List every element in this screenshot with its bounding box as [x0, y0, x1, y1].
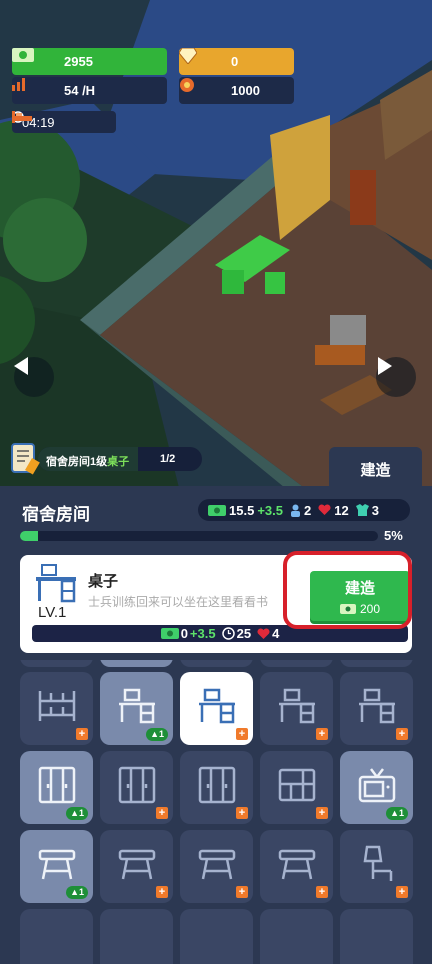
grid-cell-partial: [260, 660, 333, 667]
room-title: 宿舍房间: [22, 505, 90, 524]
wardrobe-icon: [37, 766, 77, 809]
cash-icon: [12, 48, 50, 70]
grid-cell-wardrobe[interactable]: ▲1: [20, 751, 93, 824]
grid-cell-partial: [100, 660, 173, 667]
room-progress-label: 5%: [384, 528, 403, 543]
item-name: 桌子: [88, 573, 119, 590]
gem-value: 0: [231, 54, 239, 69]
grid-cell-cabinet[interactable]: +: [260, 751, 333, 824]
grid-cell-partial: [260, 909, 333, 964]
furniture-grid: + ▲1 + + + ▲1 + + + ▲1 ▲1 + + + +: [0, 660, 432, 964]
timer-badge: 04:19: [12, 111, 116, 133]
add-badge: +: [156, 807, 168, 819]
grid-cell-partial: [20, 909, 93, 964]
desk-icon: [34, 563, 80, 603]
grid-cell-desk[interactable]: ▲1: [100, 672, 173, 745]
desk-icon: [197, 688, 237, 729]
soldier-icon: [290, 504, 300, 517]
cash-icon: [208, 504, 226, 516]
stool-icon: [37, 847, 77, 886]
add-badge: +: [396, 728, 408, 740]
clock-icon: [221, 627, 235, 640]
add-badge: +: [316, 728, 328, 740]
grid-cell-stool[interactable]: ▲1: [20, 830, 93, 903]
cabinet-icon: [277, 768, 317, 807]
level-badge: ▲1: [66, 886, 88, 899]
grid-cell-desk[interactable]: +: [340, 672, 413, 745]
stool-icon: [117, 847, 157, 886]
add-badge: +: [316, 886, 328, 898]
quest-text: 宿舍房间1级桌子: [46, 456, 130, 468]
power-counter: 1000: [179, 77, 294, 104]
grid-cell-stool[interactable]: +: [100, 830, 173, 903]
wardrobe-icon: [197, 766, 237, 809]
tv-icon: [357, 767, 397, 808]
grid-cell-partial: [180, 909, 253, 964]
cash-counter[interactable]: 2955: [12, 48, 167, 75]
stool-icon: [277, 847, 317, 886]
grid-cell-stool[interactable]: +: [260, 830, 333, 903]
stool-icon: [197, 847, 237, 886]
item-description: 士兵训练回来可以坐在这里看看书: [88, 595, 269, 609]
grid-cell-partial: [340, 909, 413, 964]
grid-cell-stool[interactable]: +: [180, 830, 253, 903]
grid-cell-desk[interactable]: +: [260, 672, 333, 745]
badge-icon: [180, 78, 217, 99]
build-button-highlight: [283, 551, 412, 629]
room-progress-track: [20, 531, 378, 541]
add-badge: +: [76, 728, 88, 740]
grid-cell-desk[interactable]: +: [180, 672, 253, 745]
level-badge: ▲1: [146, 728, 168, 741]
grid-cell-wardrobe[interactable]: +: [180, 751, 253, 824]
diamond-icon: [179, 48, 217, 70]
prev-room-button[interactable]: [14, 357, 54, 397]
grid-cell-partial: [100, 909, 173, 964]
cash-icon: [160, 628, 179, 639]
desk-icon: [277, 688, 317, 729]
cash-value: 2955: [64, 54, 93, 69]
grid-cell-partial: [20, 660, 93, 667]
income-rate: 54 /H: [12, 77, 167, 104]
add-badge: +: [236, 728, 248, 740]
add-badge: +: [396, 886, 408, 898]
add-badge: +: [236, 886, 248, 898]
bar-chart-icon: [12, 78, 50, 99]
chevron-right-icon: [378, 357, 392, 375]
game-scene[interactable]: 2955 0 54 /H 1000 04:19 宿舍房间1级桌子 1/2 建造: [0, 0, 432, 492]
quest-count: 1/2: [160, 453, 176, 465]
chevron-left-icon: [14, 357, 28, 375]
item-level: LV.1: [38, 604, 67, 621]
wardrobe-icon: [117, 766, 157, 809]
grid-cell-wardrobe[interactable]: +: [100, 751, 173, 824]
lamp-icon: [357, 845, 397, 888]
power-value: 1000: [231, 83, 260, 98]
grid-cell-partial: [340, 660, 413, 667]
grid-cell-lamp[interactable]: +: [340, 830, 413, 903]
next-room-button[interactable]: [376, 357, 416, 397]
grid-cell-tv[interactable]: ▲1: [340, 751, 413, 824]
add-badge: +: [316, 807, 328, 819]
desk-icon: [357, 688, 397, 729]
heart-icon: [257, 627, 270, 639]
room-stats: 15.5 +3.5 2 12 3: [198, 499, 410, 521]
room-progress-fill: [20, 531, 38, 541]
income-value: 54 /H: [64, 83, 96, 98]
heart-icon: [318, 504, 331, 515]
desk-icon: [117, 688, 157, 729]
armor-icon: [355, 504, 369, 516]
add-badge: +: [236, 807, 248, 819]
grid-cell-partial: [180, 660, 253, 667]
level-badge: ▲1: [66, 807, 88, 820]
bunk-bed-icon: [37, 689, 77, 728]
add-badge: +: [156, 886, 168, 898]
level-badge: ▲1: [386, 807, 408, 820]
grid-cell-bunk-bed[interactable]: +: [20, 672, 93, 745]
gem-counter[interactable]: 0: [179, 48, 294, 75]
